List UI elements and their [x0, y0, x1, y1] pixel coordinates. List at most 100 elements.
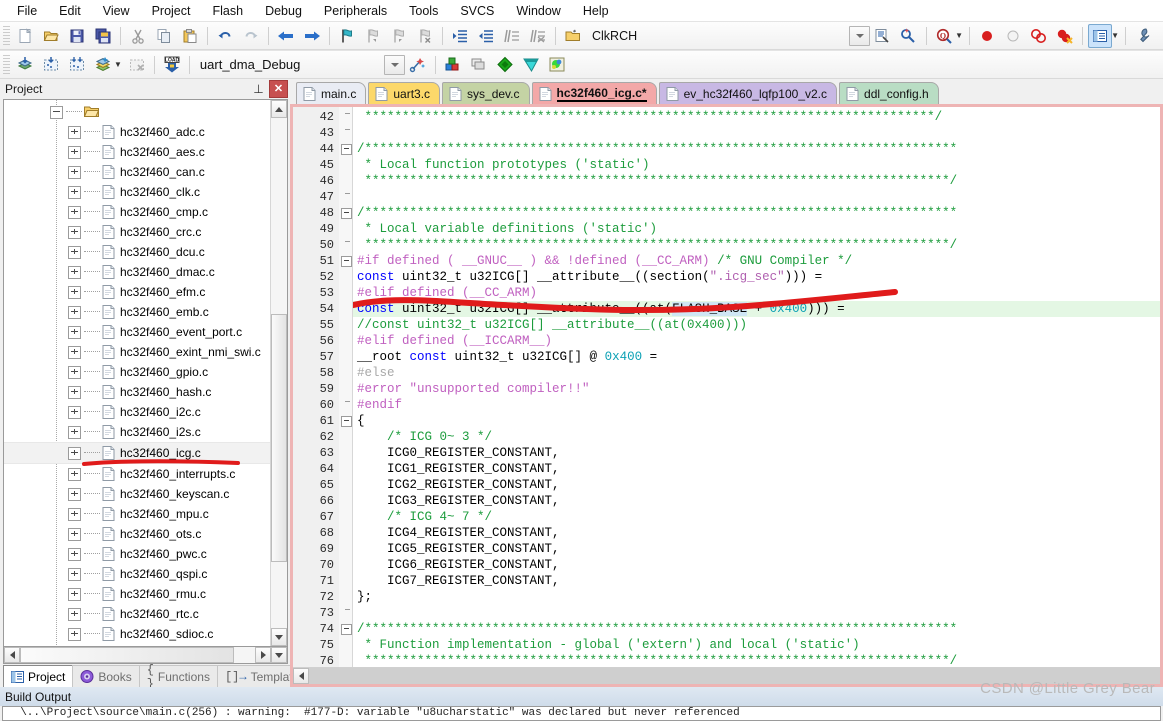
code-line[interactable]: [353, 125, 1160, 141]
editor-tab-hc32f460_icgc[interactable]: hc32f460_icg.c*: [531, 82, 657, 104]
menu-item-project[interactable]: Project: [141, 2, 202, 20]
tree-item-hc32f460_clk-c[interactable]: hc32f460_clk.c: [4, 182, 270, 202]
editor-scroll-left-button[interactable]: [293, 668, 309, 684]
symbol-field-label[interactable]: ClkRCH: [592, 29, 637, 43]
indent-left-icon[interactable]: [474, 24, 498, 48]
expand-toggle-icon[interactable]: [68, 325, 81, 339]
chevron-down-icon[interactable]: ▼: [114, 60, 122, 69]
target-options-icon[interactable]: [406, 53, 430, 77]
code-line[interactable]: /* ICG 4~ 7 */: [353, 509, 1160, 525]
tree-item-hc32f460_keyscan-c[interactable]: hc32f460_keyscan.c: [4, 484, 270, 504]
tree-item-hc32f460_can-c[interactable]: hc32f460_can.c: [4, 162, 270, 182]
fold-marker[interactable]: [339, 141, 352, 157]
code-line[interactable]: #elif defined (__ICCARM__): [353, 333, 1160, 349]
code-line[interactable]: ****************************************…: [353, 173, 1160, 189]
multi-project-icon[interactable]: [467, 53, 491, 77]
editor-tab-ev_hc32f460_lqfp100_v2c[interactable]: ev_hc32f460_lqfp100_v2.c: [658, 82, 838, 104]
tree-item-hc32f460_hash-c[interactable]: hc32f460_hash.c: [4, 382, 270, 402]
fold-marker[interactable]: [339, 493, 352, 509]
fold-marker[interactable]: [339, 477, 352, 493]
chevron-down-icon[interactable]: ▼: [1111, 31, 1119, 40]
uncomment-icon[interactable]: [526, 24, 550, 48]
bookmark-toggle-icon[interactable]: [335, 24, 359, 48]
bookmark-prev-icon[interactable]: [361, 24, 385, 48]
fold-marker[interactable]: [339, 621, 352, 637]
breakpoint-enable-icon[interactable]: [1001, 24, 1025, 48]
tree-item-hc32f460_dmac-c[interactable]: hc32f460_dmac.c: [4, 262, 270, 282]
code-line[interactable]: #else: [353, 365, 1160, 381]
scroll-down-button-corner[interactable]: [271, 647, 287, 663]
select-software-packs-icon[interactable]: [545, 53, 569, 77]
code-line[interactable]: /* ICG 0~ 3 */: [353, 429, 1160, 445]
fold-marker[interactable]: [339, 317, 352, 333]
project-tree-hscrollbar[interactable]: [3, 647, 288, 664]
close-icon[interactable]: ✕: [269, 80, 288, 98]
code-line[interactable]: #error "unsupported compiler!!": [353, 381, 1160, 397]
pane-tab-functions[interactable]: { } Functions: [138, 663, 218, 691]
fold-collapse-icon[interactable]: [341, 144, 352, 155]
breakpoint-insert-icon[interactable]: [975, 24, 999, 48]
expand-toggle-icon[interactable]: [68, 385, 81, 399]
breakpoint-kill-all-icon[interactable]: [1053, 24, 1077, 48]
fold-marker[interactable]: [339, 157, 352, 173]
menu-item-flash[interactable]: Flash: [201, 2, 254, 20]
expand-toggle-icon[interactable]: [68, 285, 81, 299]
new-file-icon[interactable]: [13, 24, 37, 48]
code-line[interactable]: //const uint32_t u32ICG[] __attribute__(…: [353, 317, 1160, 333]
target-dropdown-button[interactable]: [384, 54, 406, 75]
expand-toggle-icon[interactable]: [68, 607, 81, 621]
fold-marker[interactable]: [339, 509, 352, 525]
tree-item-hc32f460_aes-c[interactable]: hc32f460_aes.c: [4, 142, 270, 162]
indent-right-icon[interactable]: [448, 24, 472, 48]
fold-marker[interactable]: [339, 653, 352, 667]
tree-item-hc32f460_gpio-c[interactable]: hc32f460_gpio.c: [4, 362, 270, 382]
code-line[interactable]: * Local variable definitions ('static'): [353, 221, 1160, 237]
find-in-files-icon[interactable]: [871, 24, 895, 48]
fold-marker[interactable]: [339, 205, 352, 221]
expand-toggle-icon[interactable]: [68, 507, 81, 521]
tree-item-hc32f460_dcu-c[interactable]: hc32f460_dcu.c: [4, 242, 270, 262]
manage-components-icon[interactable]: [441, 53, 465, 77]
expand-toggle-icon[interactable]: [68, 467, 81, 481]
menu-item-file[interactable]: File: [6, 2, 48, 20]
menu-item-tools[interactable]: Tools: [398, 2, 449, 20]
fold-marker[interactable]: [339, 237, 352, 253]
fold-marker[interactable]: [339, 301, 352, 317]
code-line[interactable]: #if defined ( __GNUC__ ) && !defined (__…: [353, 253, 1160, 269]
code-line[interactable]: ICG3_REGISTER_CONSTANT,: [353, 493, 1160, 509]
tree-item-hc32f460_crc-c[interactable]: hc32f460_crc.c: [4, 222, 270, 242]
pane-tab-project[interactable]: Project: [3, 665, 74, 687]
code-line[interactable]: ****************************************…: [353, 237, 1160, 253]
expand-toggle-icon[interactable]: [68, 425, 81, 439]
fold-collapse-icon[interactable]: [341, 256, 352, 267]
fold-marker[interactable]: [339, 189, 352, 205]
editor-tab-sys_devc[interactable]: sys_dev.c: [442, 82, 530, 104]
code-line[interactable]: ICG4_REGISTER_CONSTANT,: [353, 525, 1160, 541]
expand-toggle-icon[interactable]: [68, 305, 81, 319]
tree-item-hc32f460_qspi-c[interactable]: hc32f460_qspi.c: [4, 564, 270, 584]
fold-marker[interactable]: [339, 285, 352, 301]
fold-marker[interactable]: [339, 269, 352, 285]
expand-toggle-icon[interactable]: [68, 205, 81, 219]
code-line[interactable]: * Function implementation - global ('ext…: [353, 637, 1160, 653]
editor-tab-mainc[interactable]: main.c: [296, 82, 367, 104]
toolbar-grip[interactable]: [3, 55, 10, 74]
fold-marker[interactable]: [339, 525, 352, 541]
fold-collapse-icon[interactable]: [341, 624, 352, 635]
fold-marker[interactable]: [339, 589, 352, 605]
expand-toggle-icon[interactable]: [68, 587, 81, 601]
tree-item-hc32f460_pwc-c[interactable]: hc32f460_pwc.c: [4, 544, 270, 564]
scroll-thumb[interactable]: [271, 314, 287, 562]
menu-item-help[interactable]: Help: [572, 2, 620, 20]
fold-marker[interactable]: [339, 173, 352, 189]
tree-item-hc32f460_interrupts-c[interactable]: hc32f460_interrupts.c: [4, 464, 270, 484]
scroll-down-button[interactable]: [271, 628, 287, 646]
expand-toggle-icon[interactable]: [68, 446, 81, 460]
comment-icon[interactable]: [500, 24, 524, 48]
fold-marker[interactable]: [339, 605, 352, 621]
code-line[interactable]: /***************************************…: [353, 621, 1160, 637]
expand-toggle-icon[interactable]: [68, 225, 81, 239]
expand-toggle-icon[interactable]: [68, 245, 81, 259]
tree-item-hc32f460_efm-c[interactable]: hc32f460_efm.c: [4, 282, 270, 302]
fold-marker[interactable]: [339, 541, 352, 557]
